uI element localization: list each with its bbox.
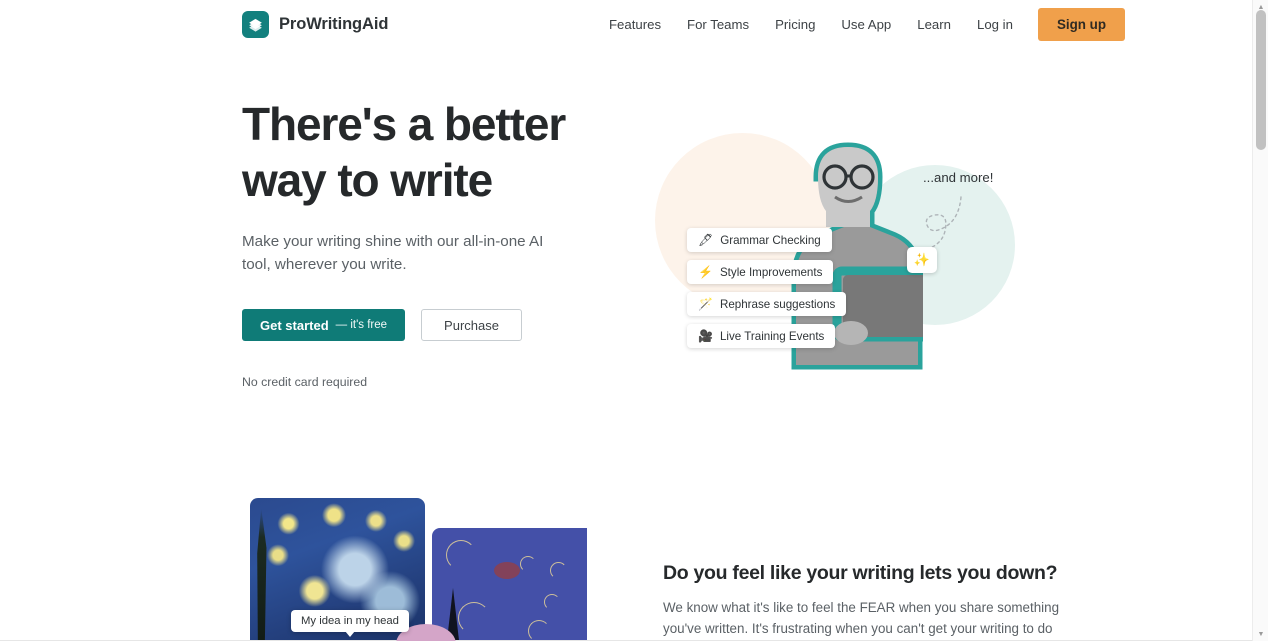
get-started-sublabel: — it's free xyxy=(335,319,388,331)
sparkles-icon: ✨ xyxy=(907,247,937,273)
spiral-shape xyxy=(458,602,490,634)
hero-title-line-2: way to write xyxy=(242,154,493,206)
hero-illustration: ...and more! ✨ 🖋 Grammar Checking ⚡ Styl… xyxy=(655,95,1015,385)
purchase-button[interactable]: Purchase xyxy=(421,309,522,341)
page-scrollbar[interactable]: ▲ ▼ xyxy=(1252,0,1268,641)
cypress-tree-shape xyxy=(257,508,267,641)
brand-logo[interactable]: ProWritingAid xyxy=(242,10,389,38)
spiral-shape xyxy=(446,540,476,570)
feature-pill-style-improvements[interactable]: ⚡ Style Improvements xyxy=(687,260,834,284)
get-started-label: Get started xyxy=(260,317,329,333)
and-more-label: ...and more! xyxy=(923,170,994,185)
lower-text-section: Do you feel like your writing lets you d… xyxy=(663,562,1063,641)
nav-item-use-app[interactable]: Use App xyxy=(828,11,904,38)
nav-item-pricing[interactable]: Pricing xyxy=(762,11,828,38)
feature-pill-label: Style Improvements xyxy=(719,265,823,279)
stacked-pages-icon xyxy=(242,10,269,38)
lower-section-body: We know what it's like to feel the FEAR … xyxy=(663,600,1060,636)
movie-camera-icon: 🎥 xyxy=(698,329,713,343)
lightning-bolt-icon: ⚡ xyxy=(698,265,713,279)
no-credit-card-note: No credit card required xyxy=(242,375,368,389)
page-root: ProWritingAid Features For Teams Pricing… xyxy=(0,0,1268,641)
feature-pill-label: Live Training Events xyxy=(719,329,825,343)
lower-section-title: Do you feel like your writing lets you d… xyxy=(663,562,1058,584)
magic-wand-icon: 🪄 xyxy=(698,297,713,311)
scroll-down-arrow-icon[interactable]: ▼ xyxy=(1253,627,1268,641)
red-blob-shape xyxy=(494,562,520,579)
feather-pen-icon: 🖋 xyxy=(698,233,714,247)
scrollbar-thumb[interactable] xyxy=(1256,10,1266,150)
feature-pill-label: Grammar Checking xyxy=(720,233,821,247)
crude-drawing-image xyxy=(432,528,587,641)
spiral-shape xyxy=(544,594,560,610)
site-header: ProWritingAid Features For Teams Pricing… xyxy=(0,0,1252,48)
feature-pill-label: Rephrase suggestions xyxy=(719,297,836,311)
hero-title-line-1: There's a better xyxy=(242,98,566,150)
nav-item-log-in[interactable]: Log in xyxy=(964,11,1026,38)
get-started-button[interactable]: Get started — it's free xyxy=(242,309,406,341)
feature-pill-grammar-checking[interactable]: 🖋 Grammar Checking xyxy=(687,228,832,252)
spiral-shape xyxy=(550,562,567,579)
sign-up-button[interactable]: Sign up xyxy=(1037,7,1126,41)
my-idea-tooltip: My idea in my head xyxy=(291,610,409,637)
feature-pill-live-training-events[interactable]: 🎥 Live Training Events xyxy=(687,324,836,348)
hero-cta-group: Get started — it's free Purchase xyxy=(242,309,672,341)
feature-pill-rephrase-suggestions[interactable]: 🪄 Rephrase suggestions xyxy=(687,292,847,316)
hero-section: There's a better way to write Make your … xyxy=(242,96,672,389)
nav-item-features[interactable]: Features xyxy=(596,11,674,38)
nav-item-learn[interactable]: Learn xyxy=(904,11,964,38)
brand-name: ProWritingAid xyxy=(279,14,389,33)
page-title: There's a better way to write xyxy=(242,96,672,208)
spiral-shape xyxy=(528,620,550,641)
spiral-shape xyxy=(520,556,536,572)
feature-pill-list: 🖋 Grammar Checking ⚡ Style Improvements … xyxy=(687,228,847,348)
hero-subtitle: Make your writing shine with our all-in-… xyxy=(242,233,544,273)
main-nav: Features For Teams Pricing Use App Learn… xyxy=(596,7,1126,41)
nav-item-for-teams[interactable]: For Teams xyxy=(674,11,762,38)
